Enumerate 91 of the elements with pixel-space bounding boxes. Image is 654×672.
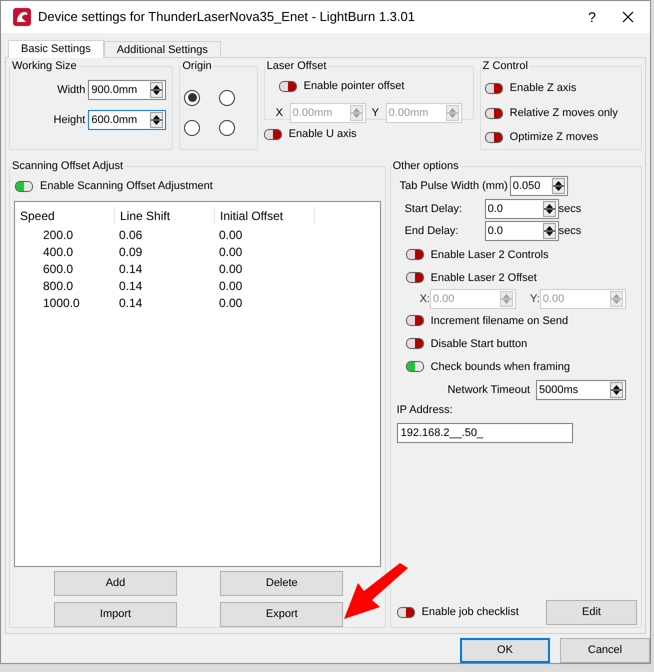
unit-label: secs xyxy=(558,202,582,218)
field-label: X xyxy=(276,106,284,121)
table-cell: 0.00 xyxy=(219,279,242,294)
toggle-label: Enable U axis xyxy=(288,126,357,142)
close-icon[interactable] xyxy=(622,11,634,23)
table-cell: 400.0 xyxy=(43,245,74,260)
group-title: Working Size xyxy=(11,58,78,74)
radio-button[interactable] xyxy=(218,120,234,136)
dialog-button[interactable]: Delete xyxy=(220,570,344,596)
spinner-icon[interactable] xyxy=(542,201,556,218)
table-cell: 0.00 xyxy=(219,245,242,260)
radio-button[interactable] xyxy=(184,120,200,136)
dialog-button[interactable]: OK xyxy=(460,638,550,663)
spin-field[interactable]: 0.050 xyxy=(510,176,568,196)
toggle-label: Enable pointer offset xyxy=(304,79,404,94)
group-title: Other options xyxy=(392,158,460,174)
group-title: Z Control xyxy=(482,58,529,74)
toggle-label: Enable Laser 2 Controls xyxy=(430,248,549,263)
window-title: Device settings for ThunderLaserNova35_Enet - LightBurn 1.3.01 xyxy=(38,8,416,26)
dialog-button[interactable]: Edit xyxy=(546,600,637,625)
table-cell: 0.00 xyxy=(219,296,242,310)
table-cell: 1000.0 xyxy=(43,296,80,310)
toggle-label: Disable Start button xyxy=(430,336,528,352)
field-label: End Delay: xyxy=(404,224,460,240)
tab[interactable]: Basic Settings xyxy=(8,40,104,58)
table-cell: 200.0 xyxy=(43,228,74,242)
toggle-switch[interactable] xyxy=(406,249,424,260)
spin-field[interactable]: 900.0mm xyxy=(88,80,166,100)
toggle-switch[interactable] xyxy=(484,83,503,94)
spin-field[interactable]: 0.0 xyxy=(484,221,559,242)
column-header[interactable]: Speed xyxy=(15,206,115,225)
table-cell: 0.14 xyxy=(119,262,142,276)
help-button[interactable]: ? xyxy=(572,6,612,28)
app-logo-icon xyxy=(13,8,31,26)
toggle-label: Enable Laser 2 Offset xyxy=(430,270,537,286)
toggle-switch[interactable] xyxy=(264,128,282,140)
field-label: Width xyxy=(57,83,86,98)
table-cell: 0.14 xyxy=(119,279,142,294)
dialog-button[interactable]: Cancel xyxy=(560,638,650,663)
toggle-switch[interactable] xyxy=(484,108,503,119)
group-title: Scanning Offset Adjust xyxy=(11,158,124,174)
field-label: Tab Pulse Width (mm) xyxy=(400,179,508,194)
field-label: IP Address: xyxy=(396,403,454,418)
toggle-switch[interactable] xyxy=(396,606,415,618)
toggle-label: Check bounds when framing xyxy=(430,360,570,375)
field-label: Start Delay: xyxy=(404,202,464,218)
toggle-switch[interactable] xyxy=(406,315,424,326)
toggle-label: Enable Scanning Offset Adjustment xyxy=(40,179,213,194)
toggle-label: Optimize Z moves xyxy=(510,130,598,146)
spinner-icon[interactable] xyxy=(552,178,565,194)
spin-field[interactable]: 0.0 xyxy=(484,199,559,220)
group-title: Origin xyxy=(181,58,213,74)
field-label: Y: xyxy=(530,292,540,308)
radio-button[interactable] xyxy=(184,90,200,106)
field-label: Height xyxy=(54,113,86,128)
unit-label: secs xyxy=(558,224,582,240)
field-label: Y xyxy=(372,106,380,121)
spinner-icon[interactable] xyxy=(150,112,164,128)
toggle-label: Enable Z axis xyxy=(510,81,576,96)
group-title: Laser Offset xyxy=(266,58,328,74)
spinner-icon[interactable] xyxy=(542,223,556,240)
spin-field[interactable]: 600.0mm xyxy=(88,110,166,130)
column-header[interactable]: Initial Offset xyxy=(215,206,315,225)
toggle-label: Relative Z moves only xyxy=(510,106,618,121)
tab[interactable]: Additional Settings xyxy=(104,40,221,57)
table-cell: 0.00 xyxy=(219,262,242,276)
table-cell: 0.14 xyxy=(119,296,142,310)
dialog-button[interactable]: Export xyxy=(220,602,344,627)
dialog-button[interactable]: Add xyxy=(54,570,177,596)
table-cell: 0.00 xyxy=(219,228,242,242)
dialog-button[interactable]: Import xyxy=(54,602,177,627)
toggle-switch[interactable] xyxy=(278,81,297,92)
spin-field[interactable]: 5000ms xyxy=(536,380,626,400)
table-cell: 600.0 xyxy=(43,262,74,276)
table-cell: 800.0 xyxy=(43,279,74,294)
table-cell: 0.09 xyxy=(119,245,142,260)
ip-address-field[interactable]: 192.168.2__.50_ xyxy=(396,422,573,443)
spinner-icon[interactable] xyxy=(150,82,164,98)
toggle-switch[interactable] xyxy=(15,181,33,192)
column-header[interactable]: Line Shift xyxy=(115,206,215,225)
toggle-switch[interactable] xyxy=(406,361,424,372)
field-label: X: xyxy=(420,292,430,308)
toggle-label: Increment filename on Send xyxy=(430,314,568,329)
toggle-label: Enable job checklist xyxy=(422,605,519,620)
toggle-switch[interactable] xyxy=(484,132,503,144)
radio-button[interactable] xyxy=(218,90,234,106)
toggle-switch[interactable] xyxy=(406,272,424,284)
toggle-switch[interactable] xyxy=(406,338,424,350)
spinner-icon[interactable] xyxy=(610,382,623,398)
field-label: Network Timeout xyxy=(447,383,530,398)
table-cell: 0.06 xyxy=(119,228,142,242)
